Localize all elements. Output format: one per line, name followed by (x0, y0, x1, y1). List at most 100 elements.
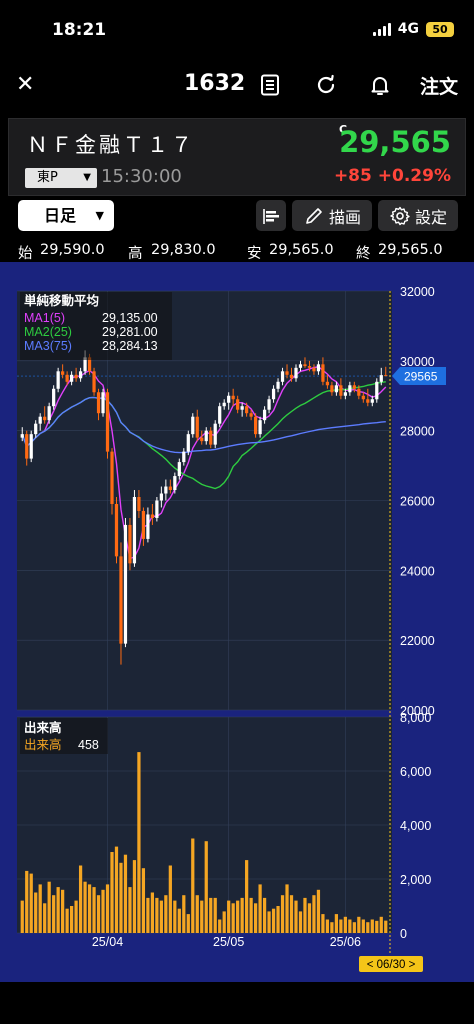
candle-body (105, 392, 110, 452)
order-button[interactable]: 注文 (420, 72, 458, 99)
candle-body (164, 486, 168, 494)
volume-bar (366, 922, 370, 933)
candle-body (334, 385, 339, 393)
refresh-icon[interactable] (314, 73, 338, 97)
volume-bar (200, 900, 204, 933)
volume-bar (236, 900, 240, 933)
candle (29, 430, 33, 463)
candle-body (128, 524, 132, 564)
last-price-label: 29565 (404, 370, 438, 384)
volume-bar (83, 881, 87, 933)
candle-body (218, 406, 222, 424)
candle-body (159, 493, 163, 501)
volume-bar (240, 897, 244, 933)
candle-body (195, 416, 199, 438)
current-price: 29,565 (339, 125, 451, 159)
candle-body (289, 374, 294, 379)
candle-body (137, 497, 141, 511)
volume-bar (312, 895, 316, 933)
gear-icon (390, 206, 410, 225)
candle-body (132, 497, 137, 564)
volume-bar (119, 862, 123, 933)
price-y-tick: 30000 (400, 355, 435, 369)
ma2-legend-value: 29,281.00 (102, 325, 158, 339)
volume-bar (204, 841, 208, 933)
volume-bar (231, 903, 235, 933)
candle-body (294, 367, 298, 379)
candle-body (271, 388, 276, 400)
volume-bar (101, 889, 105, 933)
volume-legend-title: 出来高 (24, 720, 62, 735)
ma-legend-title: 単純移動平均 (24, 293, 99, 308)
candle-body (43, 416, 47, 421)
market-select[interactable]: 東P ▼ (25, 168, 97, 188)
volume-bar (123, 854, 128, 933)
volume-bar (253, 903, 258, 933)
quote-panel: ＮＦ金融Ｔ１７ 東P ▼ 15:30:00 C 29,565 +85 +0.29% (8, 118, 466, 196)
signal-icon (372, 22, 391, 36)
volume-bar (177, 908, 181, 933)
volume-bar (96, 895, 101, 933)
candle-body (92, 371, 96, 393)
x-axis-tick: 25/04 (92, 935, 123, 949)
candle-body (155, 500, 159, 518)
candle (56, 367, 60, 393)
volume-bar (357, 916, 361, 933)
ma1-legend-value: 29,135.00 (102, 311, 158, 325)
volume-bar (78, 865, 83, 933)
volume-bar (128, 887, 132, 933)
candle-body (123, 524, 128, 644)
volume-bar (182, 895, 186, 933)
volume-bar (276, 906, 280, 933)
close-icon[interactable]: ✕ (16, 72, 34, 97)
draw-button[interactable]: 描画 (292, 200, 372, 231)
volume-bar (61, 889, 65, 933)
volume-bar (339, 919, 343, 933)
candle-body (182, 451, 186, 463)
ma2-legend-name: MA2(25) (24, 325, 72, 339)
candle-body (352, 385, 356, 389)
volume-bar (285, 884, 289, 933)
security-code: 1632 (184, 71, 246, 96)
candle-body (177, 462, 181, 477)
candle (253, 413, 258, 438)
volume-bar (267, 911, 271, 933)
candle-body (101, 392, 105, 414)
volume-bar (34, 892, 38, 933)
volume-bar (87, 884, 92, 933)
volume-bar (52, 895, 56, 933)
close-value: 29,565.0 (378, 242, 443, 258)
timeframe-select[interactable]: 日足 ▼ (18, 200, 114, 231)
volume-bar (316, 889, 321, 933)
volume-bar (352, 922, 356, 933)
volume-bar (141, 868, 146, 933)
volume-bar (110, 852, 114, 933)
candle (92, 367, 96, 396)
document-icon[interactable] (258, 73, 282, 97)
bell-icon[interactable] (368, 73, 392, 97)
volume-bar (20, 900, 24, 933)
candle-body (119, 556, 123, 644)
volume-bar (65, 908, 69, 933)
candle-body (227, 395, 231, 403)
candle-body (141, 510, 146, 539)
settings-button[interactable]: 設定 (378, 200, 458, 231)
candle-body (78, 371, 83, 379)
candle (375, 378, 379, 403)
volume-bar (321, 914, 325, 933)
chart-svg[interactable]: 320003000028000260002400022000200008,000… (0, 262, 474, 982)
volume-y-tick: 8,000 (400, 711, 431, 725)
quote-time: 15:30:00 (101, 166, 182, 187)
volume-bar (132, 860, 137, 933)
candle (213, 420, 217, 449)
candle-body (65, 374, 69, 382)
status-bar: 18:21 4G 50 (0, 0, 474, 60)
volume-bar (218, 919, 222, 933)
candle-body (280, 371, 285, 382)
volume-bar (74, 900, 78, 933)
candle-body (303, 364, 307, 367)
indicator-button[interactable] (256, 200, 286, 231)
volume-y-tick: 2,000 (400, 873, 431, 887)
chart-area[interactable]: 32000 30000 28000 26000 24000 22000 20000 8,000… (0, 262, 474, 982)
candle-body (110, 451, 114, 504)
